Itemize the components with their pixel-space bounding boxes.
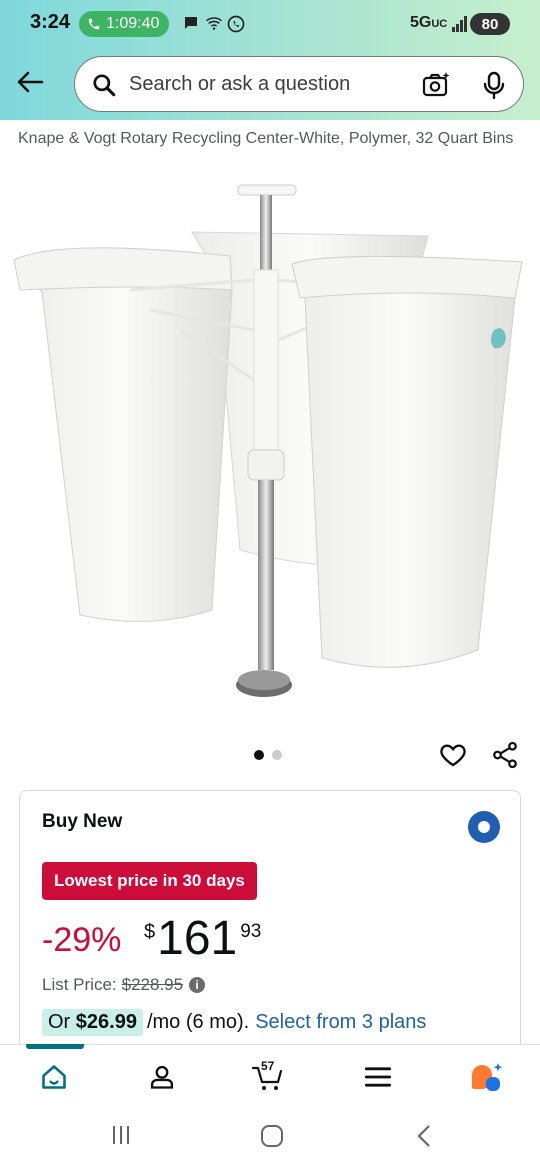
search-bar[interactable]: Search or ask a question: [74, 56, 524, 112]
signal-icon: [452, 16, 467, 32]
status-time: 3:24: [30, 11, 71, 33]
product-photo: [13, 184, 523, 697]
nav-menu[interactable]: [358, 1059, 398, 1095]
nav-rufus[interactable]: [466, 1059, 506, 1095]
carousel-dot-1[interactable]: [254, 750, 264, 760]
bottom-nav: 57: [0, 1044, 540, 1106]
wishlist-button[interactable]: [438, 740, 468, 775]
status-bar: 3:24 1:09:40 5GUC 80: [0, 0, 540, 48]
call-timer: 1:09:40: [106, 15, 160, 32]
price-fraction: 93: [240, 921, 262, 942]
share-button[interactable]: [490, 740, 520, 775]
microphone-icon[interactable]: [481, 70, 507, 100]
price: $ 161 93: [144, 913, 261, 965]
search-icon: [93, 74, 116, 97]
price-symbol: $: [144, 921, 156, 943]
buy-new-radio[interactable]: [468, 811, 500, 843]
installment-term: /mo (6 mo).: [146, 1011, 250, 1033]
list-price-value: $228.95: [121, 975, 184, 994]
arrow-left-icon: [17, 71, 44, 93]
account-icon: [150, 1065, 174, 1089]
chat-bubble-icon: [185, 17, 197, 29]
menu-icon: [364, 1067, 392, 1087]
battery-indicator: 80: [470, 13, 510, 35]
heart-icon: [440, 744, 466, 767]
home-icon: [42, 1065, 66, 1089]
recent-apps-icon[interactable]: [110, 1124, 132, 1146]
list-price-label: List Price:: [42, 975, 117, 994]
product-image[interactable]: [0, 180, 540, 720]
deal-badge: Lowest price in 30 days: [42, 862, 257, 900]
network-label: 5GUC: [410, 14, 448, 31]
phone-icon: [88, 18, 100, 30]
system-back-icon[interactable]: [414, 1124, 434, 1148]
installment-highlight: Or $26.99: [42, 1009, 143, 1036]
camera-search-icon[interactable]: [421, 70, 451, 100]
whatsapp-icon: [227, 15, 245, 33]
search-input[interactable]: Search or ask a question: [129, 73, 350, 96]
carousel-dot-2[interactable]: [272, 750, 282, 760]
nav-cart[interactable]: 57: [248, 1059, 288, 1095]
home-button-icon[interactable]: [260, 1124, 284, 1148]
nav-home[interactable]: [34, 1059, 74, 1095]
price-whole: 161: [157, 912, 238, 965]
active-tab-indicator: [26, 1044, 84, 1049]
rufus-icon: [472, 1063, 503, 1091]
info-icon[interactable]: i: [189, 977, 206, 993]
share-icon: [493, 741, 517, 769]
wifi-icon: [205, 17, 223, 30]
discount-percent: -29%: [42, 921, 122, 959]
header: 3:24 1:09:40 5GUC 80 Search or ask a que…: [0, 0, 540, 120]
nav-account[interactable]: [142, 1059, 182, 1095]
back-button[interactable]: [12, 64, 48, 100]
cart-count: 57: [261, 1059, 275, 1073]
call-indicator[interactable]: 1:09:40: [79, 11, 170, 37]
image-carousel-dots[interactable]: [254, 750, 282, 760]
product-title[interactable]: Knape & Vogt Rotary Recycling Center-Whi…: [18, 126, 518, 152]
select-plans-link[interactable]: Select from 3 plans: [255, 1011, 426, 1034]
installment-offer: Or $26.99 /mo (6 mo). Select from 3 plan…: [42, 1009, 426, 1036]
buy-new-title: Buy New: [42, 811, 123, 832]
list-price: List Price: $228.95 i: [42, 975, 206, 995]
system-nav-bar: [0, 1106, 540, 1170]
